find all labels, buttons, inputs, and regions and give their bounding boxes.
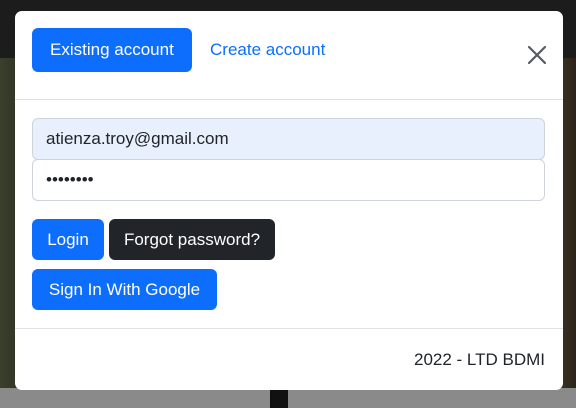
email-field[interactable] <box>32 118 545 160</box>
login-modal: Existing account Create account Login Fo… <box>15 11 563 390</box>
google-sign-in-button[interactable]: Sign In With Google <box>32 269 217 310</box>
footer-copyright: 2022 - LTD BDMI <box>413 350 545 369</box>
background-footer <box>0 388 576 408</box>
background-footer-divider <box>270 388 288 408</box>
tab-create-account[interactable]: Create account <box>210 28 325 72</box>
modal-body: Login Forgot password? Sign In With Goog… <box>15 100 563 328</box>
login-button[interactable]: Login <box>32 219 104 260</box>
close-button[interactable] <box>525 43 549 67</box>
modal-header: Existing account Create account <box>15 11 563 100</box>
password-field[interactable] <box>32 159 545 201</box>
close-icon <box>527 45 547 65</box>
tab-existing-account[interactable]: Existing account <box>32 28 192 72</box>
forgot-password-button[interactable]: Forgot password? <box>109 219 275 260</box>
modal-footer: 2022 - LTD BDMI <box>15 328 563 390</box>
